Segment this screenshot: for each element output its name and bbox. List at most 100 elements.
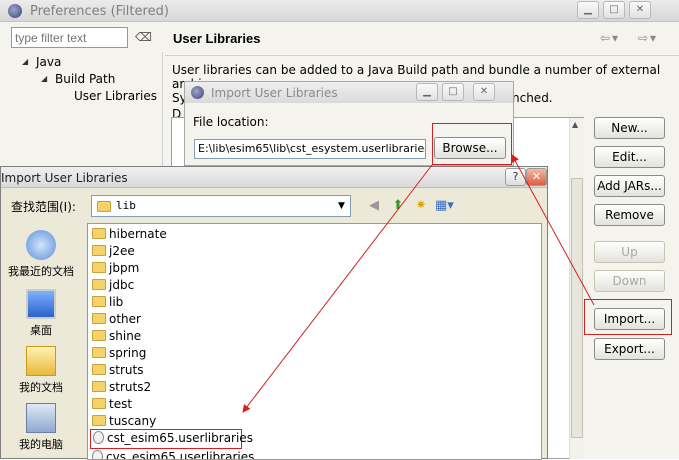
folder-icon bbox=[92, 364, 106, 375]
look-in-value: lib bbox=[116, 199, 136, 212]
forward-arrow-icon[interactable]: ⇨▾ bbox=[638, 31, 658, 45]
scroll-thumb[interactable] bbox=[571, 178, 583, 438]
import-button[interactable]: Import... bbox=[594, 308, 665, 330]
maximize-icon[interactable]: □ bbox=[442, 83, 464, 101]
back-arrow-icon[interactable]: ⇦▾ bbox=[600, 31, 620, 45]
folder-icon bbox=[97, 201, 111, 212]
file-location-label: File location: bbox=[193, 115, 269, 129]
my-documents-icon bbox=[26, 346, 56, 376]
place-my-documents[interactable]: 我的文档 bbox=[1, 346, 81, 395]
list-item[interactable]: hibernate bbox=[92, 227, 167, 244]
look-in-combo[interactable]: lib ▼ bbox=[91, 195, 351, 217]
tree-item-build-path[interactable]: Build Path bbox=[55, 72, 115, 86]
preferences-title-bar[interactable]: Preferences (Filtered) ▁ □ ✕ bbox=[0, 0, 679, 22]
folder-name: j2ee bbox=[109, 244, 135, 258]
edit-button[interactable]: Edit... bbox=[594, 146, 665, 168]
list-item[interactable]: shine bbox=[92, 329, 141, 346]
dialog-title-bar[interactable]: Import User Libraries ? ✕ bbox=[1, 167, 547, 188]
vertical-scrollbar[interactable]: ▲ bbox=[569, 118, 584, 459]
filter-input[interactable] bbox=[11, 27, 128, 48]
list-item[interactable]: jbpm bbox=[92, 261, 139, 278]
tree-item-user-libraries[interactable]: User Libraries bbox=[74, 89, 157, 103]
folder-name: jdbc bbox=[109, 278, 135, 292]
export-button[interactable]: Export... bbox=[594, 338, 665, 360]
places-bar: 我最近的文档 桌面 我的文档 我的电脑 bbox=[1, 223, 83, 460]
tree-item-java[interactable]: Java bbox=[36, 55, 61, 69]
scroll-up-icon[interactable]: ▲ bbox=[572, 120, 578, 129]
folder-icon bbox=[92, 279, 106, 290]
list-item-selected[interactable]: cst_esim65.userlibraries bbox=[90, 429, 253, 449]
dialog-title: Import User Libraries bbox=[211, 86, 338, 100]
view-menu-icon[interactable]: ▦▾ bbox=[435, 197, 454, 215]
list-item[interactable]: j2ee bbox=[92, 244, 135, 261]
down-button[interactable]: Down bbox=[594, 270, 665, 292]
folder-icon bbox=[92, 381, 106, 392]
add-jars-button[interactable]: Add JARs... bbox=[594, 175, 665, 197]
close-icon[interactable]: ✕ bbox=[473, 83, 495, 101]
folder-name: lib bbox=[109, 295, 124, 309]
folder-icon bbox=[92, 262, 106, 273]
folder-icon bbox=[92, 228, 106, 239]
up-button[interactable]: Up bbox=[594, 241, 665, 263]
minimize-icon[interactable]: ▁ bbox=[577, 1, 599, 19]
folder-icon bbox=[92, 313, 106, 324]
clear-filter-icon[interactable]: ⌫ bbox=[135, 30, 152, 46]
folder-icon bbox=[92, 245, 106, 256]
open-file-dialog: Import User Libraries ? ✕ 查找范围(I): lib ▼… bbox=[0, 166, 548, 460]
folder-name: test bbox=[109, 397, 133, 411]
place-label: 我最近的文档 bbox=[8, 265, 74, 278]
list-item[interactable]: other bbox=[92, 312, 141, 329]
list-item[interactable]: lib bbox=[92, 295, 123, 312]
folder-name: struts2 bbox=[109, 380, 152, 394]
list-item[interactable]: test bbox=[92, 397, 132, 414]
eclipse-icon bbox=[8, 4, 22, 18]
place-label: 我的电脑 bbox=[19, 438, 63, 451]
new-folder-icon[interactable]: ✷ bbox=[412, 197, 430, 215]
close-icon[interactable]: ✕ bbox=[629, 1, 651, 19]
expand-triangle-icon[interactable]: ◢ bbox=[22, 57, 28, 66]
new-button[interactable]: New... bbox=[594, 117, 665, 139]
preferences-title: Preferences (Filtered) bbox=[30, 4, 169, 19]
list-item[interactable]: jdbc bbox=[92, 278, 134, 295]
userlibraries-file-icon bbox=[93, 431, 104, 444]
place-recent[interactable]: 我最近的文档 bbox=[1, 230, 81, 279]
close-icon[interactable]: ✕ bbox=[526, 168, 547, 186]
remove-button[interactable]: Remove bbox=[594, 204, 665, 226]
folder-icon bbox=[92, 398, 106, 409]
minimize-icon[interactable]: ▁ bbox=[416, 83, 438, 101]
file-name: cst_esim65.userlibraries bbox=[107, 431, 253, 445]
folder-icon bbox=[92, 330, 106, 341]
folder-name: spring bbox=[109, 346, 147, 360]
dialog-title-bar[interactable]: Import User Libraries ▁ □ ✕ bbox=[185, 82, 513, 103]
recent-documents-icon bbox=[26, 230, 56, 260]
maximize-icon[interactable]: □ bbox=[603, 1, 625, 19]
folder-name: jbpm bbox=[109, 261, 140, 275]
my-computer-icon bbox=[26, 403, 56, 433]
eclipse-icon bbox=[191, 86, 204, 99]
folder-name: other bbox=[109, 312, 141, 326]
list-item[interactable]: struts bbox=[92, 363, 143, 380]
up-folder-icon[interactable]: ⬆ bbox=[389, 197, 407, 215]
expand-triangle-icon[interactable]: ◢ bbox=[41, 74, 47, 83]
folder-name: hibernate bbox=[109, 227, 167, 241]
back-icon[interactable]: ◀ bbox=[365, 197, 383, 215]
folder-icon bbox=[92, 415, 106, 426]
folder-icon bbox=[92, 347, 106, 358]
dialog-title: Import User Libraries bbox=[1, 171, 128, 185]
folder-name: shine bbox=[109, 329, 142, 343]
description-line: nched. bbox=[512, 91, 553, 105]
place-my-computer[interactable]: 我的电脑 bbox=[1, 403, 81, 452]
import-user-libraries-dialog: Import User Libraries ▁ □ ✕ File locatio… bbox=[184, 81, 514, 166]
chevron-down-icon[interactable]: ▼ bbox=[333, 196, 350, 216]
desktop-icon bbox=[26, 289, 56, 319]
list-item[interactable]: struts2 bbox=[92, 380, 151, 397]
help-button[interactable]: ? bbox=[505, 168, 526, 186]
browse-button[interactable]: Browse... bbox=[434, 137, 506, 159]
place-desktop[interactable]: 桌面 bbox=[1, 289, 81, 338]
file-location-input[interactable]: E:\lib\esim65\lib\cst_esystem.userlibrar… bbox=[194, 139, 426, 159]
look-in-label: 查找范围(I): bbox=[11, 200, 76, 214]
list-item[interactable]: spring bbox=[92, 346, 146, 363]
place-label: 桌面 bbox=[30, 324, 52, 337]
file-list[interactable]: hibernate j2ee jbpm jdbc lib other shine… bbox=[87, 223, 542, 460]
page-title: User Libraries bbox=[173, 31, 261, 46]
